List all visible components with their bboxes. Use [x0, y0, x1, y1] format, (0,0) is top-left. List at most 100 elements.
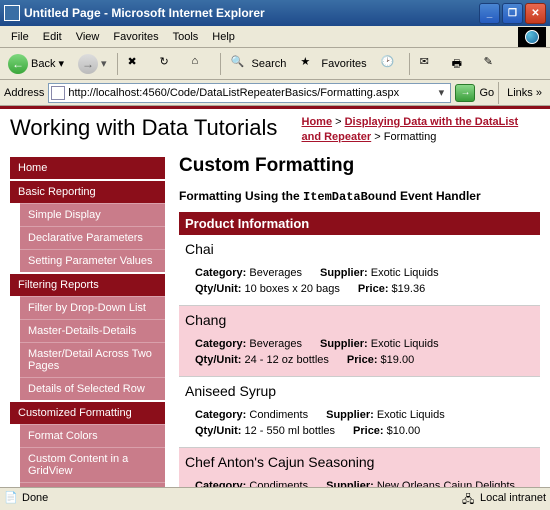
- separator: [409, 53, 410, 75]
- content-viewport: Working with Data Tutorials Home > Displ…: [0, 106, 550, 487]
- sidebar-nav: HomeBasic ReportingSimple DisplayDeclara…: [10, 155, 165, 487]
- product-item: Chai Category: Beverages Supplier: Exotic …: [179, 235, 540, 306]
- main-content: Custom Formatting Formatting Using the I…: [179, 155, 540, 487]
- sidebar-item-custom-content-in-a-detailsview[interactable]: Custom Content in a DetailsView: [20, 482, 165, 487]
- home-button[interactable]: ⌂: [188, 53, 214, 75]
- sidebar-item-details-of-selected-row[interactable]: Details of Selected Row: [20, 377, 165, 400]
- zone-icon: 🖧: [462, 491, 476, 505]
- address-dropdown-button[interactable]: ▾: [434, 86, 448, 99]
- favorites-button[interactable]: ★ Favorites: [296, 53, 370, 75]
- product-category: Category: Condiments: [195, 409, 308, 421]
- go-button[interactable]: →: [455, 84, 475, 102]
- product-category: Category: Beverages: [195, 338, 302, 350]
- sidebar-item-setting-parameter-values[interactable]: Setting Parameter Values: [20, 249, 165, 272]
- menu-favorites[interactable]: Favorites: [106, 29, 165, 45]
- product-supplier: Supplier: Exotic Liquids: [326, 409, 445, 421]
- breadcrumb: Home > Displaying Data with the DataList…: [302, 115, 541, 145]
- status-bar: 📄 Done 🖧 Local intranet: [0, 487, 550, 507]
- print-button[interactable]: 🖶: [448, 53, 474, 75]
- sidebar-item-custom-content-in-a-gridview[interactable]: Custom Content in a GridView: [20, 447, 165, 482]
- sidebar-item-filter-by-drop-down-list[interactable]: Filter by Drop-Down List: [20, 296, 165, 319]
- menu-bar: FileEditViewFavoritesToolsHelp: [0, 26, 550, 48]
- product-price: Price: $10.00: [353, 425, 420, 437]
- search-icon: 🔍: [231, 55, 249, 73]
- breadcrumb-home-link[interactable]: Home: [302, 116, 333, 128]
- maximize-button[interactable]: ❐: [502, 3, 523, 24]
- forward-arrow-icon: →: [78, 54, 98, 74]
- separator: [117, 53, 118, 75]
- product-qty: Qty/Unit: 12 - 550 ml bottles: [195, 425, 335, 437]
- address-label: Address: [4, 87, 44, 99]
- product-name: Chai: [185, 241, 534, 257]
- search-label: Search: [252, 58, 287, 70]
- sidebar-item-master-detail-across-two-pages[interactable]: Master/Detail Across Two Pages: [20, 342, 165, 377]
- sidebar-item-master-details-details[interactable]: Master-Details-Details: [20, 319, 165, 342]
- edit-button[interactable]: ✎: [480, 53, 506, 75]
- product-category: Category: Beverages: [195, 267, 302, 279]
- section-header: Product Information: [179, 212, 540, 235]
- product-item: Aniseed Syrup Category: Condiments Supplie…: [179, 377, 540, 448]
- sidebar-item-declarative-parameters[interactable]: Declarative Parameters: [20, 226, 165, 249]
- product-item: Chef Anton's Cajun Seasoning Category: Co…: [179, 448, 540, 487]
- app-icon: [4, 5, 20, 21]
- product-supplier: Supplier: New Orleans Cajun Delights: [326, 480, 515, 487]
- star-icon: ★: [300, 55, 318, 73]
- back-button[interactable]: ← Back ▾: [4, 52, 68, 76]
- address-bar: Address http://localhost:4560/Code/DataL…: [0, 80, 550, 106]
- product-item: Chang Category: Beverages Supplier: Exotic…: [179, 306, 540, 377]
- product-price: Price: $19.36: [358, 283, 425, 295]
- back-arrow-icon: ←: [8, 54, 28, 74]
- favorites-label: Favorites: [321, 58, 366, 70]
- sidebar-item-format-colors[interactable]: Format Colors: [20, 424, 165, 447]
- address-url: http://localhost:4560/Code/DataListRepea…: [68, 87, 434, 99]
- product-name: Chef Anton's Cajun Seasoning: [185, 454, 534, 470]
- separator: [220, 53, 221, 75]
- chevron-down-icon: ▾: [58, 57, 64, 70]
- page-title: Working with Data Tutorials: [10, 115, 302, 145]
- menu-tools[interactable]: Tools: [166, 29, 206, 45]
- done-icon: 📄: [4, 491, 18, 505]
- go-label: Go: [479, 87, 494, 99]
- stop-button[interactable]: ✖: [124, 53, 150, 75]
- minimize-button[interactable]: _: [479, 3, 500, 24]
- edit-icon: ✎: [484, 55, 502, 73]
- menu-edit[interactable]: Edit: [36, 29, 69, 45]
- address-input[interactable]: http://localhost:4560/Code/DataListRepea…: [48, 83, 451, 103]
- sidebar-category-basic-reporting[interactable]: Basic Reporting: [10, 181, 165, 203]
- product-name: Chang: [185, 312, 534, 328]
- sidebar-category-home[interactable]: Home: [10, 157, 165, 179]
- breadcrumb-current: Formatting: [384, 131, 437, 143]
- status-text: Done: [22, 492, 48, 504]
- separator: [498, 82, 499, 104]
- product-category: Category: Condiments: [195, 480, 308, 487]
- mail-button[interactable]: ✉: [416, 53, 442, 75]
- ie-logo-icon: [518, 27, 546, 47]
- product-supplier: Supplier: Exotic Liquids: [320, 267, 439, 279]
- sidebar-category-filtering-reports[interactable]: Filtering Reports: [10, 274, 165, 296]
- product-name: Aniseed Syrup: [185, 383, 534, 399]
- main-heading: Custom Formatting: [179, 155, 540, 177]
- close-button[interactable]: ✕: [525, 3, 546, 24]
- links-button[interactable]: Links »: [503, 85, 546, 101]
- sidebar-item-simple-display[interactable]: Simple Display: [20, 203, 165, 226]
- refresh-icon: ↻: [160, 55, 178, 73]
- menu-view[interactable]: View: [69, 29, 107, 45]
- product-supplier: Supplier: Exotic Liquids: [320, 338, 439, 350]
- search-button[interactable]: 🔍 Search: [227, 53, 291, 75]
- window-title: Untitled Page - Microsoft Internet Explo…: [24, 6, 479, 20]
- product-price: Price: $19.00: [347, 354, 414, 366]
- menu-file[interactable]: File: [4, 29, 36, 45]
- stop-icon: ✖: [128, 55, 146, 73]
- product-qty: Qty/Unit: 24 - 12 oz bottles: [195, 354, 329, 366]
- refresh-button[interactable]: ↻: [156, 53, 182, 75]
- chevron-down-icon: ▾: [101, 57, 107, 70]
- print-icon: 🖶: [452, 55, 470, 73]
- mail-icon: ✉: [420, 55, 438, 73]
- history-icon: 🕑: [381, 55, 399, 73]
- history-button[interactable]: 🕑: [377, 53, 403, 75]
- home-icon: ⌂: [192, 55, 210, 73]
- forward-button[interactable]: → ▾: [74, 52, 111, 76]
- page-icon: [51, 86, 65, 100]
- menu-help[interactable]: Help: [205, 29, 242, 45]
- sidebar-category-customized-formatting[interactable]: Customized Formatting: [10, 402, 165, 424]
